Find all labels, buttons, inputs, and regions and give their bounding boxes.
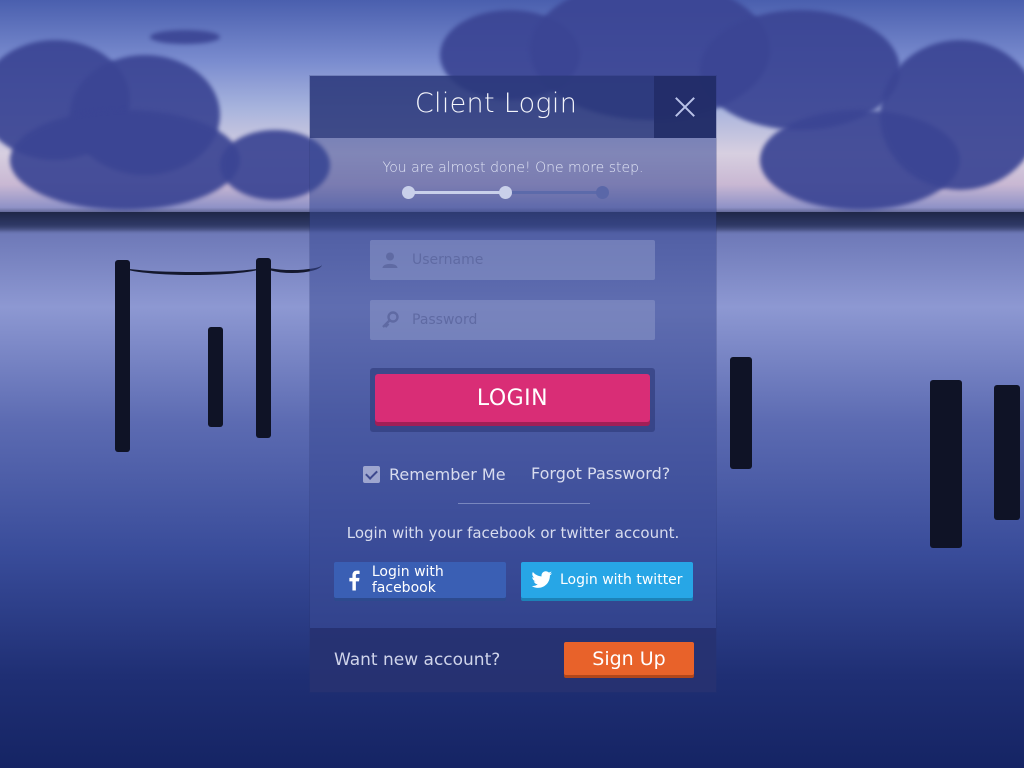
remember-me-label: Remember Me bbox=[389, 464, 506, 484]
social-login-prompt: Login with your facebook or twitter acco… bbox=[346, 524, 680, 542]
panel-header: Client Login bbox=[310, 76, 716, 138]
signup-button[interactable]: Sign Up bbox=[564, 642, 694, 675]
cloud bbox=[10, 110, 240, 210]
login-button[interactable]: LOGIN bbox=[375, 374, 650, 422]
close-icon[interactable] bbox=[654, 76, 716, 138]
forgot-password-link[interactable]: Forgot Password? bbox=[531, 464, 670, 483]
pier-post bbox=[115, 260, 130, 452]
username-field[interactable] bbox=[370, 240, 655, 280]
cloud bbox=[150, 30, 220, 44]
step-message: You are almost done! One more step. bbox=[382, 160, 644, 176]
pier-post bbox=[930, 380, 962, 548]
facebook-login-button[interactable]: Login with facebook bbox=[334, 562, 506, 598]
progress-step-dot bbox=[596, 186, 609, 199]
pier-post bbox=[994, 385, 1020, 520]
facebook-icon bbox=[349, 570, 360, 591]
rope bbox=[122, 258, 264, 275]
username-input[interactable] bbox=[412, 240, 648, 280]
user-icon bbox=[382, 252, 398, 268]
password-field[interactable] bbox=[370, 300, 655, 340]
checkmark-icon[interactable] bbox=[363, 465, 380, 483]
key-icon bbox=[382, 311, 399, 328]
progress-fill bbox=[408, 191, 505, 194]
progress-step-dot bbox=[402, 186, 415, 199]
twitter-login-label: Login with twitter bbox=[560, 572, 683, 588]
divider bbox=[458, 503, 590, 504]
password-input[interactable] bbox=[412, 300, 648, 340]
pier-post bbox=[256, 258, 271, 438]
progress-step-dot bbox=[499, 186, 512, 199]
new-account-prompt: Want new account? bbox=[334, 650, 501, 670]
panel-footer: Want new account? Sign Up bbox=[310, 628, 716, 692]
pier-post bbox=[730, 357, 752, 469]
facebook-login-label: Login with facebook bbox=[371, 564, 444, 596]
panel-title: Client Login bbox=[414, 88, 578, 119]
pier-post bbox=[208, 327, 223, 427]
step-progress bbox=[402, 186, 609, 199]
login-panel: Client Login You are almost done! One mo… bbox=[310, 76, 716, 692]
twitter-login-button[interactable]: Login with twitter bbox=[521, 562, 693, 598]
twitter-icon bbox=[531, 571, 552, 588]
remember-me-checkbox[interactable]: Remember Me bbox=[363, 464, 506, 484]
